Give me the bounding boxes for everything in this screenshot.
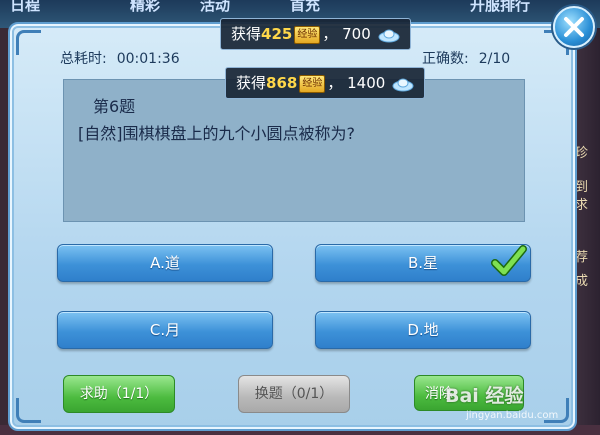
reward-separator: ， <box>327 74 343 92</box>
exp-badge: 经验 <box>299 74 326 93</box>
answer-label: B.星 <box>407 254 439 272</box>
reward-popup: 获得868 经验， 1400 <box>225 67 426 99</box>
correct-count-label: 正确数: <box>422 51 469 67</box>
question-number: 第6题 <box>93 97 136 116</box>
reward-silver-amount: 1400 <box>347 74 386 92</box>
silver-ingot-icon <box>392 78 414 91</box>
swap-question-button[interactable]: 换题（0/1） <box>238 375 350 413</box>
watermark-url: jingyan.baidu.com <box>466 410 559 421</box>
help-button[interactable]: 求助（1/1） <box>63 375 175 413</box>
answer-label: D.地 <box>407 321 439 339</box>
correct-count: 正确数: 2/10 <box>422 48 510 68</box>
dialog-corner-ornament <box>16 398 41 423</box>
reward-separator: ， <box>322 25 338 43</box>
menu-fragment: 首充 <box>290 0 321 14</box>
answer-option-b[interactable]: B.星 <box>315 244 531 282</box>
answer-label: A.道 <box>150 254 180 272</box>
menu-fragment: 日程 <box>10 0 41 14</box>
reward-silver-amount: 700 <box>342 25 371 43</box>
answer-option-a[interactable]: A.道 <box>57 244 273 282</box>
silver-ingot-icon <box>378 29 400 42</box>
reward-exp-amount: 868 <box>266 74 298 92</box>
elapsed-time-label: 总耗时: <box>60 51 107 67</box>
reward-exp-amount: 425 <box>261 25 293 43</box>
close-icon <box>564 17 584 37</box>
correct-count-value: 2/10 <box>478 51 511 67</box>
exp-badge: 经验 <box>294 25 321 44</box>
menu-fragment: 开服排行 <box>470 0 531 14</box>
watermark: Bai 经验 <box>445 385 524 407</box>
elapsed-time: 总耗时: 00:01:36 <box>60 48 180 68</box>
reward-prefix: 获得 <box>236 74 267 92</box>
elapsed-time-value: 00:01:36 <box>116 51 180 67</box>
question-text: [自然]围棋棋盘上的九个小圆点被称为? <box>78 124 355 143</box>
question-panel: 第6题 [自然]围棋棋盘上的九个小圆点被称为? <box>63 79 525 222</box>
menu-fragment: 精彩 <box>130 0 161 14</box>
answer-option-c[interactable]: C.月 <box>57 311 273 349</box>
menu-fragment: 活动 <box>200 0 231 14</box>
reward-prefix: 获得 <box>231 25 262 43</box>
close-button[interactable] <box>553 6 595 48</box>
answer-label: C.月 <box>149 321 181 339</box>
answer-option-d[interactable]: D.地 <box>315 311 531 349</box>
reward-popup: 获得425 经验， 700 <box>220 18 411 50</box>
check-icon <box>491 245 527 276</box>
dialog-corner-ornament <box>16 30 41 55</box>
